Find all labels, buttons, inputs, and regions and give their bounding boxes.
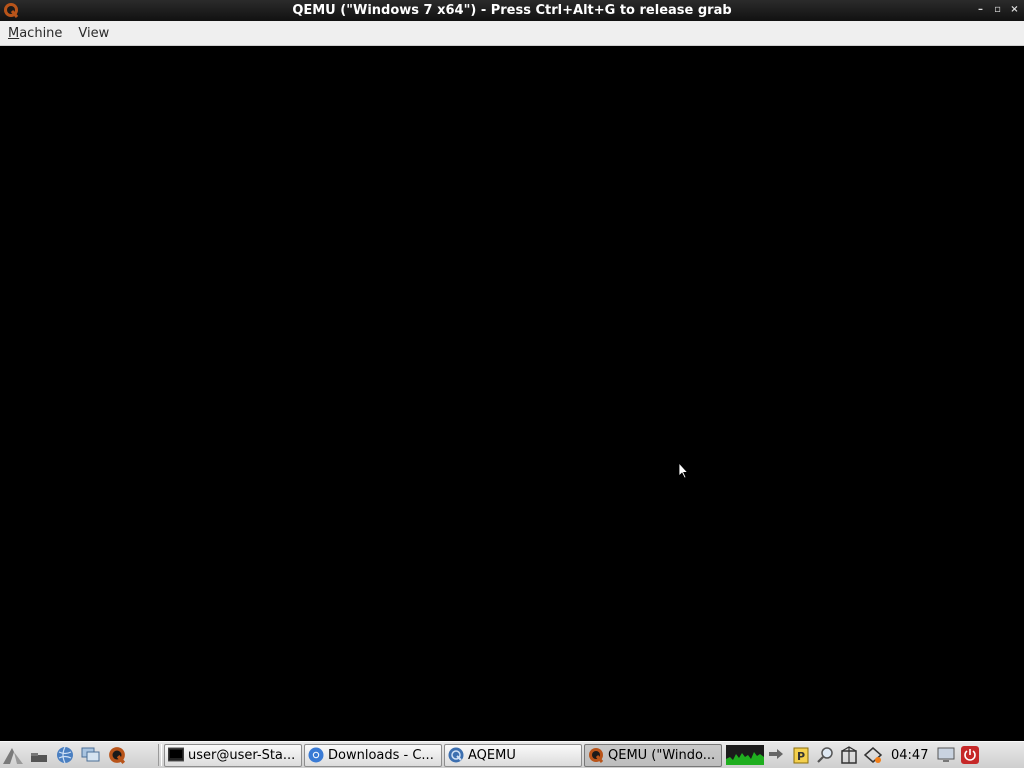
restore-icon[interactable]: ▫: [990, 2, 1005, 17]
package-icon: [841, 746, 857, 764]
task-terminal-label: user@user-Sta...: [188, 747, 296, 763]
task-qemu-windows7[interactable]: QEMU ("Windo...: [584, 743, 722, 767]
cpu-graph-icon: [726, 745, 764, 765]
update-notifier-icon: [863, 747, 883, 763]
search-icon: [817, 747, 833, 763]
chrome-icon: [308, 747, 324, 763]
system-tray: P 04:47: [725, 742, 982, 768]
clock[interactable]: 04:47: [885, 748, 934, 763]
qemu-icon: [589, 748, 604, 763]
cpu-monitor[interactable]: [725, 743, 765, 767]
taskbar-separator: [158, 744, 162, 766]
task-chrome-label: Downloads - C...: [328, 747, 434, 763]
guest-display[interactable]: [0, 46, 1024, 741]
clipboard-icon: P: [793, 747, 809, 764]
computer-icon: [937, 747, 955, 762]
update-tray[interactable]: [861, 743, 885, 767]
package-tray[interactable]: [837, 743, 861, 767]
shutdown-button[interactable]: [958, 743, 982, 767]
task-chrome-downloads[interactable]: Downloads - C...: [304, 743, 442, 767]
task-qemu-label: QEMU ("Windo...: [608, 747, 716, 763]
task-terminal[interactable]: user@user-Sta...: [164, 743, 302, 767]
windows-icon: [81, 747, 100, 762]
power-icon: [961, 746, 980, 764]
start-menu-button[interactable]: [0, 742, 26, 768]
file-manager-launcher[interactable]: [26, 742, 52, 768]
qemu-icon: [109, 747, 126, 764]
window-title: QEMU ("Windows 7 x64") - Press Ctrl+Alt+…: [292, 3, 732, 18]
task-aqemu[interactable]: AQEMU: [444, 743, 582, 767]
menubar: Machine View: [0, 21, 1024, 46]
menu-view-label: View: [78, 25, 110, 41]
qemu-launcher[interactable]: [104, 742, 130, 768]
show-desktop-launcher[interactable]: [78, 742, 104, 768]
minimize-icon[interactable]: –: [973, 2, 988, 17]
search-tray[interactable]: [813, 743, 837, 767]
menu-machine-label: achine: [19, 25, 63, 41]
clipboard-tray[interactable]: P: [789, 743, 813, 767]
folder-icon: [31, 753, 47, 762]
qemu-app-icon[interactable]: [3, 2, 19, 18]
logout-tray[interactable]: [934, 743, 958, 767]
task-aqemu-label: AQEMU: [468, 747, 516, 763]
aqemu-icon: [448, 747, 464, 763]
globe-icon: [57, 746, 73, 764]
browser-launcher[interactable]: [52, 742, 78, 768]
mouse-cursor-icon: [679, 463, 689, 479]
menu-machine-mnemonic: M: [8, 25, 20, 41]
terminal-icon: [168, 747, 184, 762]
menu-view[interactable]: View: [70, 21, 117, 46]
network-arrows-icon: [769, 749, 783, 759]
svg-text:P: P: [797, 750, 805, 763]
close-icon[interactable]: ×: [1007, 2, 1022, 17]
network-tray[interactable]: [765, 743, 789, 767]
window-titlebar[interactable]: QEMU ("Windows 7 x64") - Press Ctrl+Alt+…: [0, 0, 1024, 21]
start-menu-icon: [3, 748, 23, 764]
taskbar: user@user-Sta... Downloads - C... AQEMU …: [0, 741, 1024, 768]
menu-machine[interactable]: Machine: [0, 21, 70, 46]
